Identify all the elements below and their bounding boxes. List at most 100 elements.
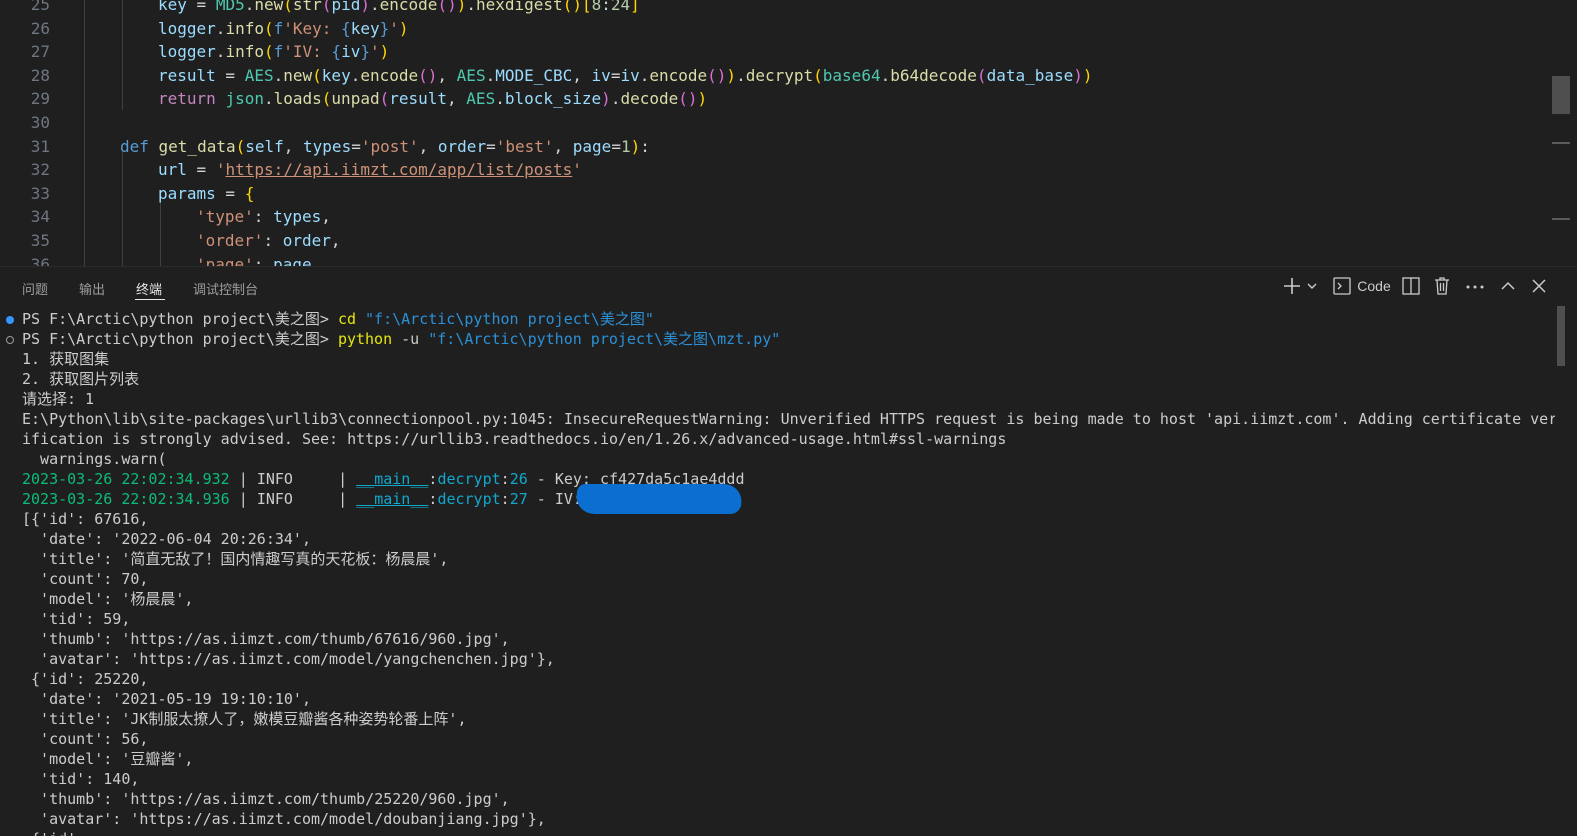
code-token: ' (572, 160, 582, 180)
code-token: ' (369, 42, 380, 62)
code-token: MODE_CBC (495, 65, 573, 85)
code-token: 'type' (196, 207, 254, 227)
code-token: { (244, 183, 255, 203)
result-line: {'id': (22, 829, 85, 836)
chevron-up-icon[interactable] (1498, 275, 1518, 297)
command-flag: -u (401, 330, 420, 348)
code-token: key (321, 65, 351, 85)
code-token: () (418, 65, 438, 85)
code-token: ( (813, 65, 823, 85)
code-token: 'IV: (283, 42, 332, 62)
tab-debug-console[interactable]: 调试控制台 (193, 279, 258, 298)
code-token: = (611, 136, 621, 156)
code-token: = (486, 136, 496, 156)
code-token: pid (331, 0, 361, 14)
code-token: [ (581, 0, 592, 14)
code-token: f (273, 18, 284, 38)
code-text: return json.loads(unpad(result, AES.bloc… (158, 87, 707, 111)
command: python (337, 330, 393, 348)
more-icon[interactable] (1464, 275, 1486, 297)
code-token: 'post' (360, 136, 419, 156)
code-token: ( (235, 136, 246, 156)
tab-problems[interactable]: 问题 (22, 279, 48, 298)
close-icon[interactable] (1529, 275, 1549, 297)
code-token: : (253, 254, 274, 266)
code-token: , (418, 136, 438, 156)
tab-output[interactable]: 输出 (79, 279, 105, 298)
code-token: AES (244, 65, 274, 85)
code-token: 'best' (495, 136, 554, 156)
warning-line: ification is strongly advised. See: http… (22, 430, 1007, 448)
code-token: unpad (331, 89, 380, 109)
line-number: 35 (30, 231, 50, 250)
output-line: 1. 获取图集 (22, 350, 110, 368)
line-number: 31 (30, 136, 50, 156)
code-line: 36 'page': page (0, 253, 1550, 266)
code-token: result (158, 65, 216, 85)
code-line: 34 'type': types, (0, 205, 1550, 229)
log-module: __main__ (356, 490, 429, 508)
prompt: PS F:\Arctic\python project\美之图> (22, 310, 338, 328)
line-number: 28 (30, 65, 50, 85)
log-time: 2023-03-26 22:02:34.932 (22, 470, 230, 488)
active-tab-indicator (135, 299, 165, 300)
code-line: 35 'order': order, (0, 229, 1550, 253)
code-token: , (321, 207, 331, 227)
code-token: () (678, 89, 698, 109)
code-token: result (389, 89, 448, 109)
code-token: params (158, 183, 216, 203)
code-text: 'order': order, (196, 229, 341, 253)
code-token: return (158, 89, 226, 109)
code-token: ) (1073, 65, 1083, 85)
split-icon[interactable] (1401, 275, 1421, 297)
result-line: 'count': 56, (22, 730, 149, 748)
output-line: 请选择: 1 (22, 390, 95, 408)
code-token: https://api.iimzt.com/app/list/posts (225, 160, 573, 180)
result-line: 'model': '杨晨晨', (22, 590, 194, 608)
terminal-output[interactable]: PS F:\Arctic\python project\美之图> cd "f:\… (0, 306, 1555, 836)
code-token: ) (456, 0, 467, 14)
terminal-scrollbar-thumb[interactable] (1557, 306, 1565, 366)
log-lineno: 26 (509, 470, 528, 488)
output-line: 2. 获取图片列表 (22, 370, 140, 388)
chevron-down-icon[interactable] (1305, 275, 1319, 297)
code-line: 33 params = { (0, 182, 1550, 206)
code-token: 24 (610, 0, 631, 14)
code-editor[interactable]: 25 key = MD5.new(str(pid).encode()).hexdi… (0, 0, 1577, 266)
editor-scrollbar-thumb[interactable] (1552, 76, 1570, 114)
editor-overview-mark (1552, 142, 1570, 144)
code-token: info (225, 18, 264, 38)
line-number: 36 (30, 254, 50, 266)
trash-icon[interactable] (1432, 275, 1452, 297)
code-token: ' (389, 18, 399, 38)
code-token: = (186, 0, 216, 14)
code-token: ( (263, 42, 274, 62)
log-sep: | (229, 470, 257, 488)
code-text: 'type': types, (196, 205, 331, 229)
code-line: 29 return json.loads(unpad(result, AES.bl… (0, 87, 1550, 111)
log-sep: | (229, 490, 257, 508)
code-token: f (273, 42, 284, 62)
tab-terminal[interactable]: 终端 (136, 279, 162, 298)
code-token: encode (360, 65, 419, 85)
code-token: str (292, 0, 322, 14)
code-token: . (263, 89, 274, 109)
code-text: logger.info(f'IV: {iv}') (158, 40, 389, 64)
terminal-name-label[interactable]: Code (1356, 275, 1392, 297)
code-token: order (437, 136, 487, 156)
code-token: . (244, 0, 255, 14)
command-line-1: PS F:\Arctic\python project\美之图> cd "f:\… (22, 309, 654, 329)
editor-overview-mark (1552, 218, 1570, 220)
plus-icon[interactable] (1282, 275, 1302, 297)
result-line: 'avatar': 'https://as.iimzt.com/model/ya… (22, 650, 555, 668)
code-token: . (273, 65, 284, 85)
code-token: ( (379, 89, 390, 109)
code-token: ) (360, 0, 370, 14)
log-func: decrypt (437, 490, 501, 508)
code-line: 27 logger.info(f'IV: {iv}') (0, 40, 1550, 64)
log-level: INFO (256, 470, 330, 488)
terminal-icon[interactable] (1332, 275, 1352, 297)
code-token: types (303, 136, 352, 156)
code-text: key = MD5.new(str(pid).encode()).hexdige… (158, 0, 640, 17)
code-token: json (225, 89, 264, 109)
